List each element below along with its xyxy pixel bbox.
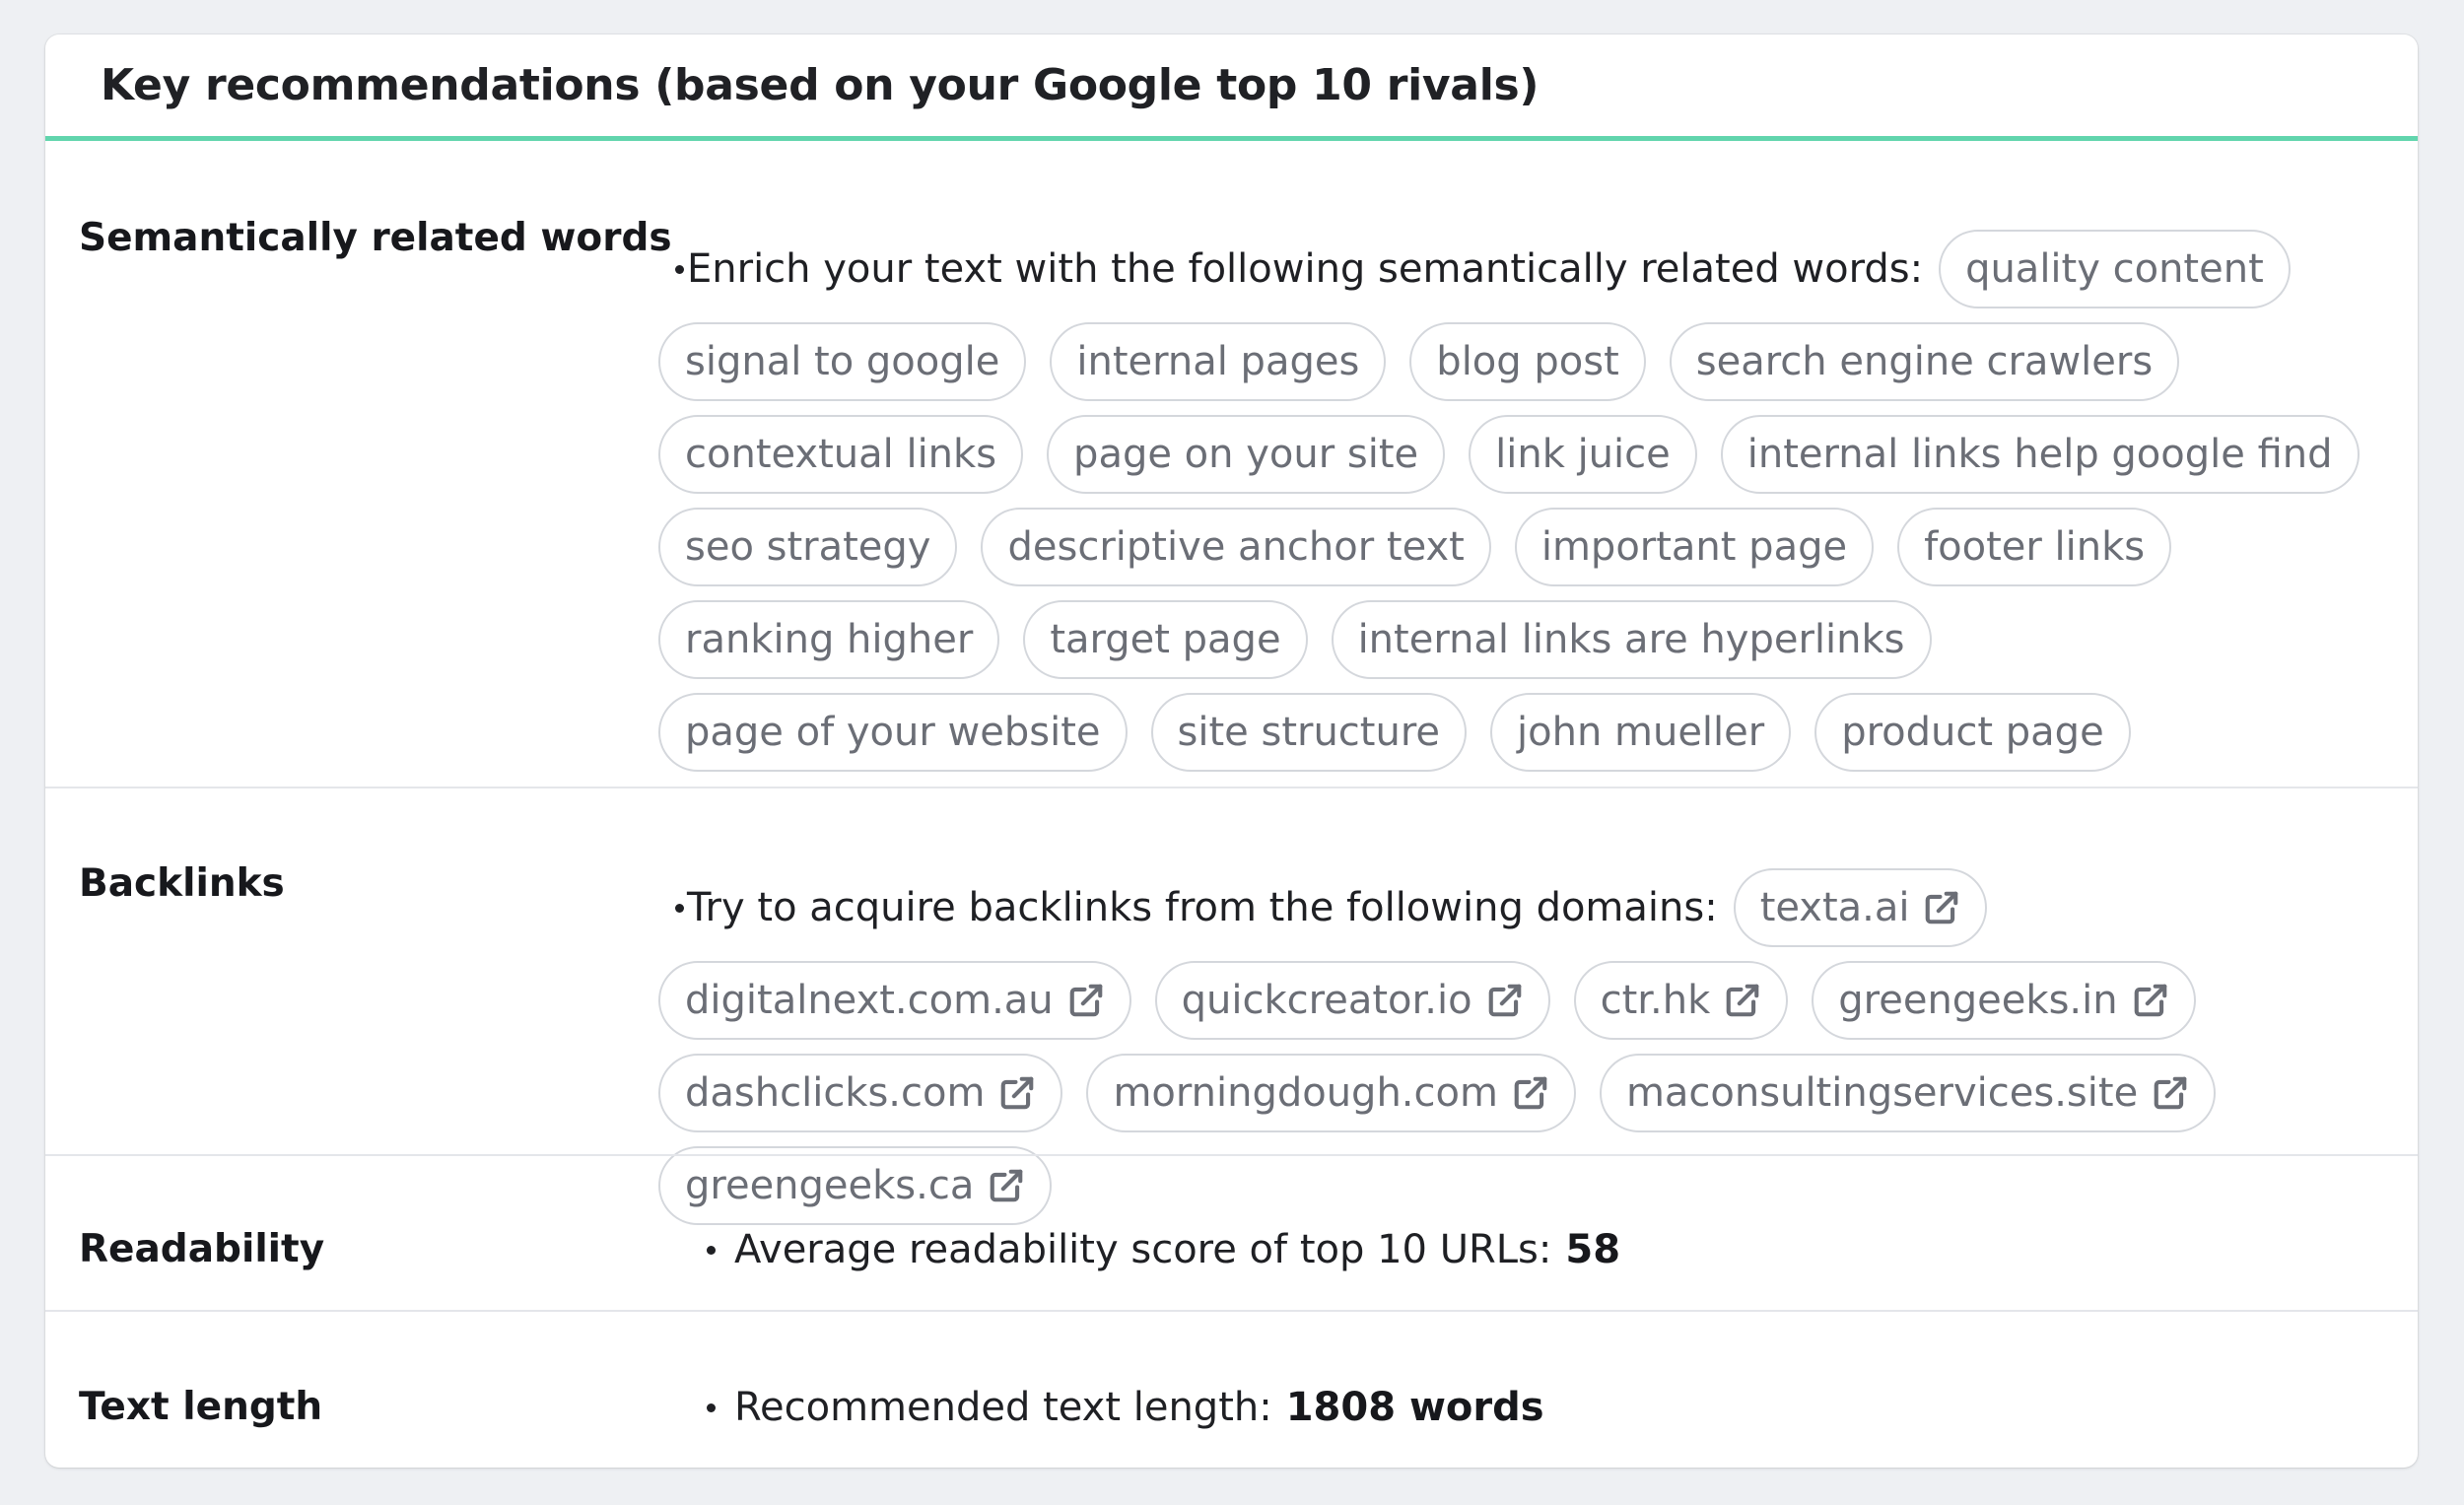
semantic-word-chip[interactable]: descriptive anchor text <box>981 508 1491 586</box>
section-label-semantic: Semantically related words <box>79 216 672 260</box>
semantic-word-chip[interactable]: site structure <box>1150 693 1467 772</box>
card-title: Key recommendations (based on your Googl… <box>101 60 1540 110</box>
readability-body: Average readability score of top 10 URLs… <box>658 1227 2384 1272</box>
backlink-domain-label: greengeeks.in <box>1838 978 2118 1023</box>
readability-score: 58 <box>1565 1227 1621 1272</box>
semantic-word-chip[interactable]: product page <box>1814 693 2131 772</box>
semantic-word-chip[interactable]: seo strategy <box>658 508 958 586</box>
semantic-word-chip[interactable]: search engine crawlers <box>1669 322 2180 401</box>
readability-stat: Average readability score of top 10 URLs… <box>707 1227 1620 1272</box>
bullet-icon <box>675 903 684 913</box>
semantic-word-chip[interactable]: page of your website <box>658 693 1128 772</box>
external-link-icon <box>1001 1076 1034 1110</box>
backlink-domain-chip[interactable]: quickcreator.io <box>1154 961 1550 1040</box>
backlink-domain-label: texta.ai <box>1759 885 1910 930</box>
backlink-domain-label: quickcreator.io <box>1181 978 1472 1023</box>
semantic-intro: Enrich your text with the following sema… <box>675 230 1923 308</box>
backlink-domain-label: digitalnext.com.au <box>685 978 1054 1023</box>
text-length-body: Recommended text length: 1808 words <box>658 1385 2384 1430</box>
bullet-icon <box>675 264 684 274</box>
bullet-icon <box>707 1403 716 1412</box>
readability-section: Readability Average readability score of… <box>45 1156 2418 1312</box>
section-label-readability: Readability <box>79 1227 325 1271</box>
semantic-word-chip[interactable]: signal to google <box>658 322 1027 401</box>
semantic-word-chip[interactable]: internal links help google find <box>1720 415 2360 494</box>
backlink-domain-label: maconsultingservices.site <box>1625 1070 2139 1116</box>
readability-text: Average readability score of top 10 URLs… <box>734 1227 1552 1272</box>
backlinks-intro-text: Try to acquire backlinks from the follow… <box>687 885 1718 930</box>
backlink-domain-chip[interactable]: dashclicks.com <box>658 1054 1063 1132</box>
backlink-domain-chip[interactable]: morningdough.com <box>1086 1054 1576 1132</box>
backlink-domain-chip[interactable]: ctr.hk <box>1573 961 1789 1040</box>
text-length-section: Text length Recommended text length: 180… <box>45 1312 2418 1468</box>
semantic-word-chip[interactable]: footer links <box>1897 508 2172 586</box>
semantic-word-chip[interactable]: ranking higher <box>658 600 1000 679</box>
backlink-domain-label: ctr.hk <box>1600 978 1711 1023</box>
section-label-backlinks: Backlinks <box>79 861 285 906</box>
semantic-word-chip[interactable]: blog post <box>1409 322 1646 401</box>
backlink-domain-chip[interactable]: greengeeks.in <box>1812 961 2196 1040</box>
semantic-word-chip[interactable]: page on your site <box>1047 415 1446 494</box>
semantic-word-chip[interactable]: important page <box>1514 508 1875 586</box>
semantic-word-chip[interactable]: internal pages <box>1050 322 1387 401</box>
semantic-word-chip[interactable]: target page <box>1023 600 1308 679</box>
backlink-domain-chip[interactable]: digitalnext.com.au <box>658 961 1131 1040</box>
external-link-icon <box>2134 984 2166 1017</box>
backlink-domain-chip[interactable]: maconsultingservices.site <box>1599 1054 2217 1132</box>
semantic-intro-text: Enrich your text with the following sema… <box>687 246 1924 292</box>
backlinks-intro: Try to acquire backlinks from the follow… <box>675 868 1718 947</box>
backlink-domain-label: dashclicks.com <box>685 1070 986 1116</box>
card-header: Key recommendations (based on your Googl… <box>45 34 2418 141</box>
semantic-word-chip[interactable]: john mueller <box>1490 693 1792 772</box>
backlinks-section: Backlinks Try to acquire backlinks from … <box>45 788 2418 1225</box>
semantic-word-chip[interactable]: contextual links <box>658 415 1024 494</box>
external-link-icon <box>1926 891 1958 924</box>
text-length-text: Recommended text length: <box>734 1385 1272 1430</box>
semantic-word-chip[interactable]: quality content <box>1939 230 2291 308</box>
external-link-icon <box>1069 984 1102 1017</box>
external-link-icon <box>1726 984 1759 1017</box>
semantic-section: Semantically related words Enrich your t… <box>45 141 2418 822</box>
bullet-icon <box>707 1246 716 1255</box>
semantic-word-chip[interactable]: link juice <box>1469 415 1697 494</box>
text-length-value: 1808 words <box>1285 1385 1544 1430</box>
recommendations-card: Key recommendations (based on your Googl… <box>45 34 2418 1468</box>
semantic-words-list: Enrich your text with the following sema… <box>658 230 2384 772</box>
backlink-domain-chip[interactable]: texta.ai <box>1733 868 1988 947</box>
backlink-domain-label: morningdough.com <box>1113 1070 1498 1116</box>
section-label-text-length: Text length <box>79 1385 323 1429</box>
semantic-word-chip[interactable]: internal links are hyperlinks <box>1331 600 1932 679</box>
external-link-icon <box>1514 1076 1547 1110</box>
text-length-stat: Recommended text length: 1808 words <box>707 1385 1544 1430</box>
external-link-icon <box>1488 984 1521 1017</box>
external-link-icon <box>2154 1076 2187 1110</box>
